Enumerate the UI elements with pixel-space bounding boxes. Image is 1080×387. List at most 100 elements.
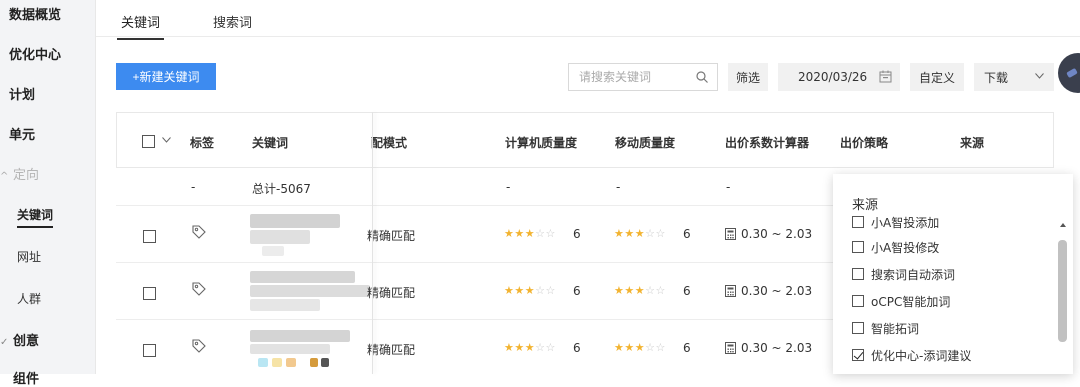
pc-quality-score: 6 [573, 284, 581, 298]
source-option-checkbox[interactable] [852, 268, 864, 280]
custom-button[interactable]: 自定义 [910, 63, 964, 91]
source-option-checkbox[interactable] [852, 295, 864, 307]
source-panel-scrollbar[interactable] [1058, 240, 1067, 342]
nav-label: 定向 [13, 168, 40, 183]
calculator-icon[interactable] [725, 228, 736, 240]
source-option-label: 小A智投修改 [871, 240, 940, 255]
source-option-label: 智能拓词 [871, 321, 920, 336]
header-bid-strategy: 出价策略 [840, 136, 889, 150]
date-value: 2020/03/26 [798, 70, 868, 84]
star-filled-icon: ★ [634, 341, 646, 354]
floating-assistant-icon[interactable] [1058, 53, 1080, 93]
search-icon[interactable] [696, 71, 708, 83]
star-empty-icon: ☆ [545, 227, 556, 240]
pc-quality-stars: ★★★☆☆ [504, 227, 556, 240]
mobile-quality-stars: ★★★☆☆ [614, 227, 666, 240]
header-pc-quality[interactable]: 计算机质量度 [505, 134, 577, 151]
source-option-checkbox[interactable] [852, 216, 864, 228]
blurred-keyword [262, 246, 284, 256]
nav-item-overview[interactable]: 数据概览 [9, 4, 61, 23]
bid-range[interactable]: 0.30 ~ 2.03 [741, 227, 812, 241]
nav-item-optimization[interactable]: 优化中心 [9, 44, 61, 63]
source-option[interactable]: 小A智投添加 [852, 214, 939, 230]
star-filled-icon: ★ [514, 227, 525, 240]
total-pc-quality: - [506, 180, 511, 194]
star-filled-icon: ★ [634, 284, 646, 297]
tab-bar: 关键词 搜索词 [96, 0, 1080, 40]
header-source[interactable]: 来源 [960, 134, 984, 151]
chevron-up-icon: ^ [0, 171, 9, 182]
source-option[interactable]: 优化中心-添词建议 [852, 347, 971, 363]
sidebar-item-audience[interactable]: 人群 [17, 290, 41, 307]
star-filled-icon: ★ [614, 284, 625, 297]
frozen-column-divider [372, 112, 373, 374]
source-option-label: 搜索词自动添词 [871, 267, 956, 282]
tab-keywords[interactable]: 关键词 [116, 12, 165, 40]
source-option[interactable]: oCPC智能加词 [852, 293, 950, 309]
nav-item-component[interactable]: 组件 [13, 368, 39, 387]
tag-icon[interactable] [191, 338, 207, 354]
sub-label: 关键词 [17, 208, 54, 222]
source-option-checkbox[interactable] [852, 349, 864, 361]
scroll-up-icon[interactable] [1060, 223, 1066, 227]
star-empty-icon: ☆ [535, 341, 546, 354]
source-option-checkbox[interactable] [852, 322, 864, 334]
tag-icon[interactable] [191, 281, 207, 297]
calculator-icon[interactable] [725, 342, 736, 354]
nav-label: 计划 [9, 88, 36, 103]
sidebar-item-url[interactable]: 网址 [17, 248, 41, 265]
star-empty-icon: ☆ [545, 341, 556, 354]
star-empty-icon: ☆ [535, 227, 546, 240]
source-options-list: 小A智投添加 小A智投修改 搜索词自动添词 oCPC智能加词 智能拓词 优化中心… [833, 210, 1058, 374]
source-option[interactable]: 搜索词自动添词 [852, 266, 955, 282]
pc-quality-stars: ★★★☆☆ [504, 284, 556, 297]
header-keyword: 关键词 [252, 136, 289, 150]
new-keyword-button[interactable]: +新建关键词 [116, 63, 216, 90]
header-mobile-quality[interactable]: 移动质量度 [615, 134, 675, 151]
bid-range[interactable]: 0.30 ~ 2.03 [741, 341, 812, 355]
header-tag: 标签 [190, 136, 215, 150]
blurred-keyword [250, 299, 320, 311]
total-keyword: 总计-5067 [252, 182, 311, 196]
header-bid-calculator: 出价系数计算器 [725, 136, 810, 150]
blurred-keyword [250, 344, 330, 354]
tab-search-terms[interactable]: 搜索词 [213, 12, 252, 31]
filter-button[interactable]: 筛选 [728, 63, 768, 91]
bid-range[interactable]: 0.30 ~ 2.03 [741, 284, 812, 298]
chevron-down-icon[interactable] [162, 137, 171, 143]
table-header: 标签 关键词 配模式 计算机质量度 移动质量度 出价系数计算器 出价策略 来源 [116, 112, 1054, 168]
source-option-checkbox[interactable] [852, 241, 864, 253]
sub-label: 人群 [17, 292, 42, 306]
row-checkbox[interactable] [143, 230, 156, 243]
search-input[interactable] [579, 70, 689, 84]
match-mode: 精确匹配 [367, 343, 416, 357]
download-dropdown[interactable]: 下载 [974, 63, 1054, 91]
blurred-keyword [250, 330, 350, 342]
select-all-checkbox[interactable] [142, 135, 155, 148]
calculator-icon[interactable] [725, 285, 736, 297]
star-empty-icon: ☆ [655, 341, 666, 354]
star-filled-icon: ★ [634, 227, 646, 240]
nav-item-plan[interactable]: 计划 [9, 84, 35, 103]
total-mobile-quality: - [616, 180, 621, 194]
date-picker[interactable]: 2020/03/26 [778, 63, 900, 91]
nav-item-unit[interactable]: 单元 [9, 124, 35, 143]
source-option[interactable]: 智能拓词 [852, 320, 919, 336]
star-empty-icon: ☆ [645, 227, 656, 240]
star-filled-icon: ★ [504, 284, 515, 297]
mobile-quality-score: 6 [683, 284, 691, 298]
star-empty-icon: ☆ [535, 284, 546, 297]
star-filled-icon: ★ [524, 341, 536, 354]
nav-item-targeting[interactable]: ^ 定向 [0, 164, 39, 183]
source-option-label: 优化中心-添词建议 [871, 348, 972, 363]
row-checkbox[interactable] [143, 344, 156, 357]
pc-quality-score: 6 [573, 341, 581, 355]
star-filled-icon: ★ [624, 284, 635, 297]
sidebar-item-keywords[interactable]: 关键词 [17, 206, 54, 228]
tag-icon[interactable] [191, 224, 207, 240]
match-mode: 精确匹配 [367, 229, 416, 243]
nav-item-creative[interactable]: ✓ 创意 [0, 330, 39, 349]
row-checkbox[interactable] [143, 287, 156, 300]
source-option[interactable]: 小A智投修改 [852, 239, 939, 255]
star-filled-icon: ★ [614, 227, 625, 240]
